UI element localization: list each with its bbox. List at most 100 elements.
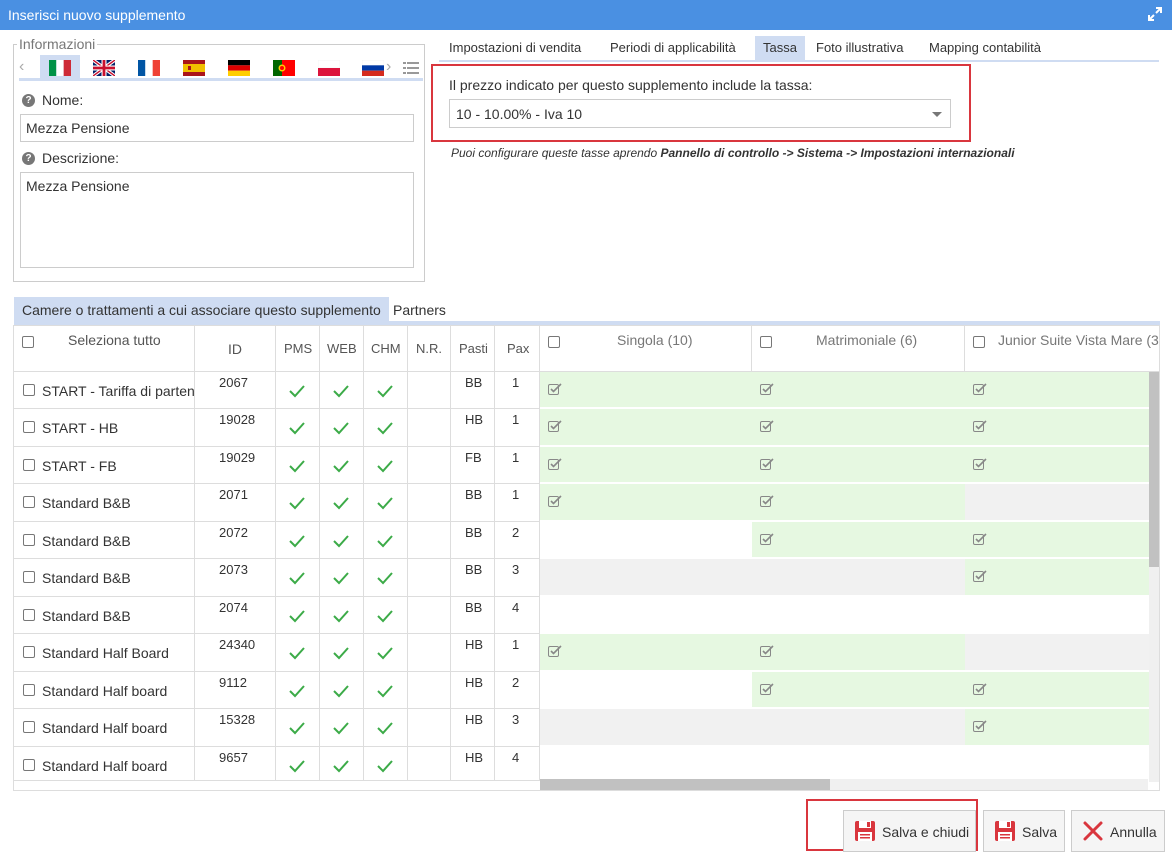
checked-box-icon[interactable] [973,720,987,732]
tab-camere-trattamenti[interactable]: Camere o trattamenti a cui associare que… [14,297,389,321]
header-id-cell[interactable]: ID [195,326,276,372]
tab-mapping-contabilita[interactable]: Mapping contabilità [929,36,1041,61]
expand-icon[interactable] [1147,6,1163,22]
room-assignment-cell[interactable] [965,559,1149,596]
room-assignment-cell[interactable] [752,559,965,596]
tax-select[interactable]: 10 - 10.00% - Iva 10 [449,99,951,128]
row-checkbox[interactable] [23,384,35,396]
room-assignment-cell[interactable] [752,372,965,408]
table-row[interactable]: Standard B&B [14,559,195,597]
room-assignment-cell[interactable] [965,709,1149,746]
room-assignment-cell[interactable] [965,597,1149,633]
cancel-button[interactable]: Annulla [1071,810,1165,852]
room-assignment-cell[interactable] [752,597,965,633]
room-assignment-cell[interactable] [965,672,1149,708]
room-assignment-cell[interactable] [540,522,752,558]
room-assignment-cell[interactable] [752,409,965,446]
room-assignment-cell[interactable] [965,447,1149,483]
room-assignment-cell[interactable] [752,522,965,558]
tab-periodi-applicabilita[interactable]: Periodi di applicabilità [610,36,736,61]
description-textarea[interactable]: Mezza Pensione [20,172,414,268]
header-web-cell[interactable]: WEB [320,326,364,372]
vertical-scrollbar[interactable] [1149,372,1159,782]
room-assignment-cell[interactable] [540,372,752,408]
room-assignment-cell[interactable] [540,709,752,746]
checked-box-icon[interactable] [548,383,562,395]
checked-box-icon[interactable] [760,533,774,545]
room-assignment-cell[interactable] [965,372,1149,408]
room-assignment-cell[interactable] [540,597,752,633]
table-row[interactable]: START - FB [14,447,195,484]
room-assignment-cell[interactable] [752,447,965,483]
checked-box-icon[interactable] [548,495,562,507]
row-checkbox[interactable] [23,421,35,433]
room-assignment-cell[interactable] [965,522,1149,558]
chevron-left-icon[interactable]: ‹ [19,58,24,76]
list-icon[interactable] [403,61,419,75]
flag-poland-icon[interactable] [318,60,340,76]
room-assignment-cell[interactable] [540,447,752,483]
row-checkbox[interactable] [23,609,35,621]
flag-france-icon[interactable] [138,60,160,76]
header-meals-cell[interactable]: Pasti [451,326,495,372]
header-nr-cell[interactable]: N.R. [408,326,451,372]
room-select-checkbox[interactable] [973,336,985,348]
flag-portugal-icon[interactable] [273,60,295,76]
row-checkbox[interactable] [23,534,35,546]
table-row[interactable]: Standard Half board [14,747,195,781]
row-checkbox[interactable] [23,684,35,696]
checked-box-icon[interactable] [973,570,987,582]
room-assignment-cell[interactable] [965,634,1149,671]
tab-foto-illustrativa[interactable]: Foto illustrativa [816,36,903,61]
checked-box-icon[interactable] [973,683,987,695]
header-pax-cell[interactable]: Pax [495,326,540,372]
table-row[interactable]: Standard Half board [14,709,195,747]
checked-box-icon[interactable] [760,458,774,470]
room-assignment-cell[interactable] [965,409,1149,446]
room-assignment-cell[interactable] [540,559,752,596]
table-row[interactable]: Standard Half Board [14,634,195,672]
room-assignment-cell[interactable] [540,672,752,708]
checked-box-icon[interactable] [760,495,774,507]
vertical-scrollbar-thumb[interactable] [1149,372,1159,567]
room-assignment-cell[interactable] [752,709,965,746]
row-checkbox[interactable] [23,496,35,508]
chevron-right-icon[interactable]: › [386,58,391,76]
checked-box-icon[interactable] [548,458,562,470]
row-checkbox[interactable] [23,459,35,471]
room-select-checkbox[interactable] [760,336,772,348]
flag-spain-icon[interactable] [183,60,205,76]
table-row[interactable]: Standard B&B [14,522,195,559]
select-all-checkbox[interactable] [22,336,34,348]
tab-impostazioni-vendita[interactable]: Impostazioni di vendita [449,36,581,61]
checked-box-icon[interactable] [973,458,987,470]
header-pms-cell[interactable]: PMS [276,326,320,372]
flag-russia-icon[interactable] [362,60,384,76]
room-assignment-cell[interactable] [540,747,752,780]
tab-partners[interactable]: Partners [385,297,454,321]
table-row[interactable]: Standard B&B [14,484,195,522]
horizontal-scrollbar[interactable] [540,779,1148,790]
table-row[interactable]: START - Tariffa di partenza [14,372,195,409]
room-assignment-cell[interactable] [540,634,752,671]
room-assignment-cell[interactable] [965,484,1149,521]
checked-box-icon[interactable] [548,420,562,432]
room-assignment-cell[interactable] [540,484,752,521]
room-assignment-cell[interactable] [752,672,965,708]
checked-box-icon[interactable] [760,420,774,432]
room-assignment-cell[interactable] [540,409,752,446]
name-input[interactable]: Mezza Pensione [20,114,414,142]
flag-germany-icon[interactable] [228,60,250,76]
row-checkbox[interactable] [23,646,35,658]
save-and-close-button[interactable]: Salva e chiudi [843,810,976,852]
room-assignment-cell[interactable] [752,484,965,521]
row-checkbox[interactable] [23,759,35,771]
flag-uk-icon[interactable] [93,60,115,76]
room-assignment-cell[interactable] [752,747,965,780]
checked-box-icon[interactable] [548,645,562,657]
checked-box-icon[interactable] [760,645,774,657]
table-row[interactable]: START - HB [14,409,195,447]
room-select-checkbox[interactable] [548,336,560,348]
row-checkbox[interactable] [23,721,35,733]
horizontal-scrollbar-thumb[interactable] [540,779,830,790]
